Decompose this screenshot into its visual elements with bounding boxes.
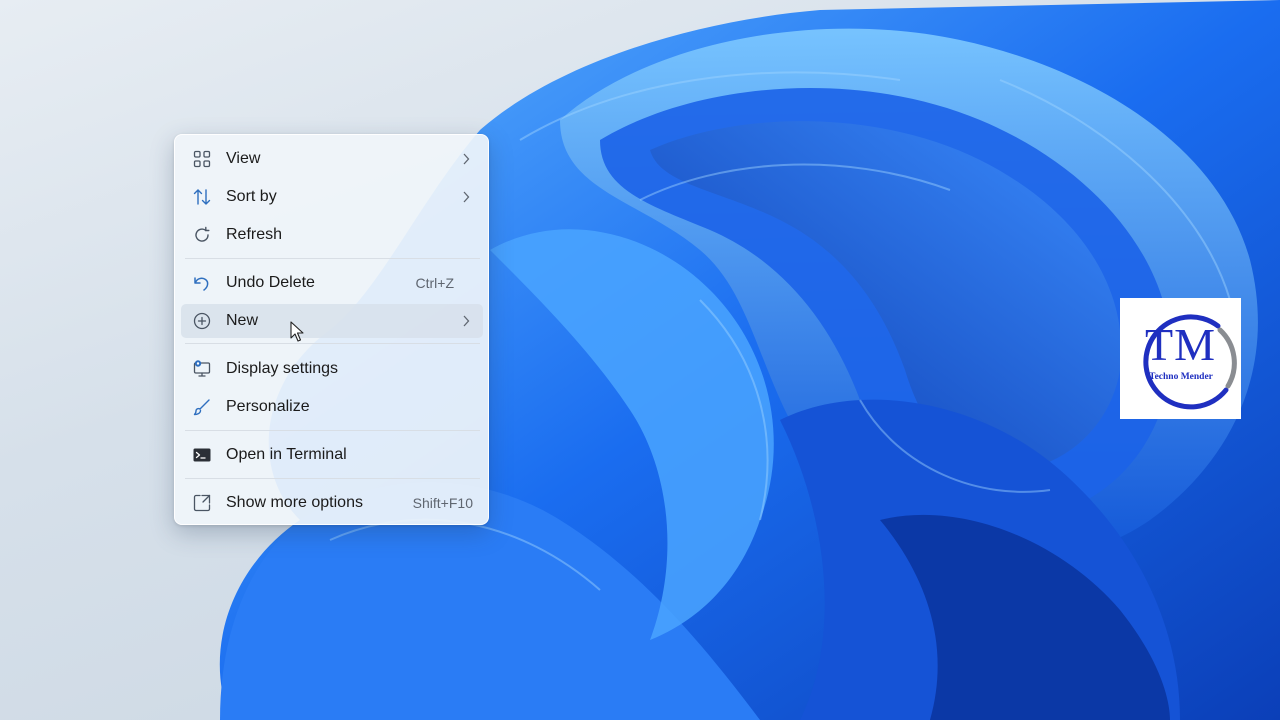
- menu-item-personalize[interactable]: Personalize: [181, 390, 483, 424]
- menu-item-open-in-terminal[interactable]: Open in Terminal: [181, 438, 483, 472]
- menu-item-label: Personalize: [226, 398, 310, 415]
- undo-icon: [194, 277, 209, 291]
- menu-item-label: Show more options: [226, 494, 363, 511]
- plus-circle-icon: [193, 312, 211, 330]
- grid-icon: [193, 150, 211, 168]
- menu-item-refresh[interactable]: Refresh: [181, 218, 483, 252]
- techno-mender-logo: TM Techno Mender: [1120, 298, 1241, 419]
- display-settings-icon: [193, 360, 211, 377]
- shortcut-label: Shift+F10: [412, 495, 473, 511]
- menu-item-undo-delete[interactable]: Undo Delete Ctrl+Z: [181, 266, 483, 300]
- menu-item-label: View: [226, 150, 261, 167]
- chevron-right-icon: [463, 315, 470, 327]
- menu-divider: [185, 258, 480, 259]
- menu-divider: [185, 430, 480, 431]
- chevron-right-icon: [463, 153, 470, 165]
- desktop-context-menu: View Sort by Refresh Undo Delete Ctrl+Z …: [174, 134, 489, 525]
- menu-item-label: New: [226, 312, 259, 329]
- terminal-icon: [193, 448, 211, 462]
- menu-item-new[interactable]: New: [181, 304, 483, 338]
- menu-item-display-settings[interactable]: Display settings: [181, 352, 483, 386]
- expand-icon: [193, 494, 211, 512]
- menu-item-sort-by[interactable]: Sort by: [181, 180, 483, 214]
- sort-arrows-icon: [193, 189, 211, 205]
- menu-divider: [185, 343, 480, 344]
- mouse-pointer-icon: [290, 321, 304, 342]
- menu-item-view[interactable]: View: [181, 142, 483, 176]
- menu-item-label: Open in Terminal: [226, 446, 347, 463]
- logo-initials: TM: [1145, 319, 1216, 370]
- shortcut-label: Ctrl+Z: [415, 275, 455, 291]
- brush-icon: [193, 399, 210, 416]
- menu-item-label: Sort by: [226, 188, 277, 205]
- logo-name: Techno Mender: [1149, 372, 1213, 382]
- menu-item-label: Undo Delete: [226, 274, 315, 291]
- menu-item-label: Refresh: [226, 226, 283, 243]
- chevron-right-icon: [463, 191, 470, 203]
- menu-divider: [185, 478, 480, 479]
- menu-item-label: Display settings: [226, 360, 339, 377]
- menu-item-show-more-options[interactable]: Show more options Shift+F10: [181, 486, 483, 520]
- refresh-icon: [195, 226, 210, 242]
